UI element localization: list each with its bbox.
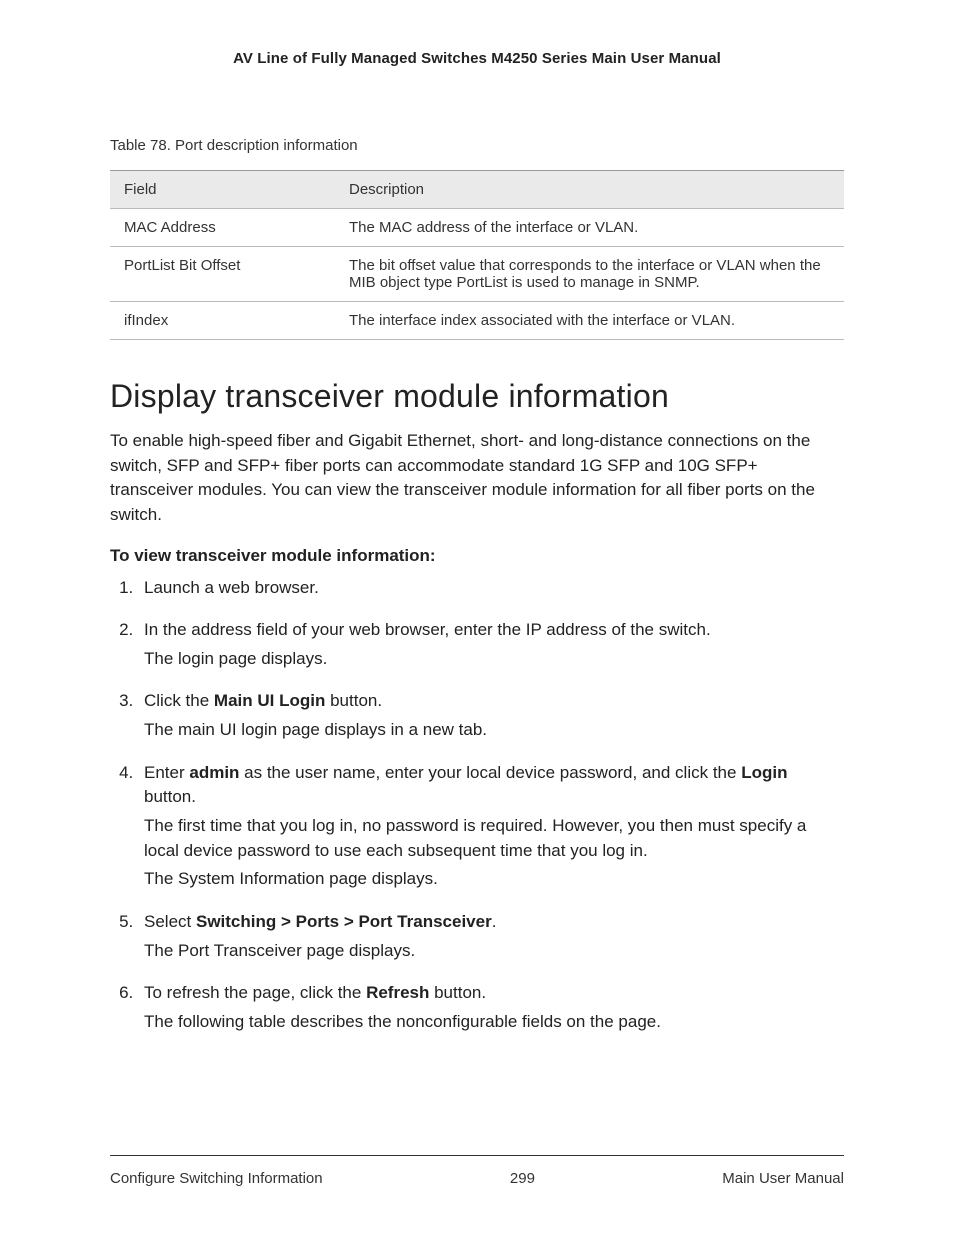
col-field: Field xyxy=(110,171,335,209)
cell-field: ifIndex xyxy=(110,302,335,340)
cell-desc: The interface index associated with the … xyxy=(335,302,844,340)
footer-row: Configure Switching Information 299 Main… xyxy=(110,1170,844,1187)
step-subtext: The Port Transceiver page displays. xyxy=(144,939,844,964)
footer-right: Main User Manual xyxy=(722,1170,844,1187)
page-number: 299 xyxy=(510,1170,535,1187)
step-text-pre: To refresh the page, click the xyxy=(144,983,366,1002)
step-subtext: The main UI login page displays in a new… xyxy=(144,718,844,743)
step-text-post: button. xyxy=(144,787,196,806)
step-text-post: button. xyxy=(429,983,486,1002)
step-text-mid: as the user name, enter your local devic… xyxy=(239,763,741,782)
step-text: In the address field of your web browser… xyxy=(144,620,711,639)
table-caption: Table 78. Port description information xyxy=(110,137,844,154)
procedure-subhead: To view transceiver module information: xyxy=(110,546,844,566)
footer-rule xyxy=(110,1155,844,1156)
procedure-steps: Launch a web browser. In the address fie… xyxy=(110,576,844,1035)
col-description: Description xyxy=(335,171,844,209)
step-2: In the address field of your web browser… xyxy=(138,618,844,671)
section-intro: To enable high-speed fiber and Gigabit E… xyxy=(110,429,844,528)
cell-field: PortList Bit Offset xyxy=(110,247,335,302)
page-header: AV Line of Fully Managed Switches M4250 … xyxy=(110,50,844,67)
port-description-table: Field Description MAC Address The MAC ad… xyxy=(110,170,844,340)
table-header-row: Field Description xyxy=(110,171,844,209)
table-row: MAC Address The MAC address of the inter… xyxy=(110,209,844,247)
step-6: To refresh the page, click the Refresh b… xyxy=(138,981,844,1034)
cell-field: MAC Address xyxy=(110,209,335,247)
page-footer: Configure Switching Information 299 Main… xyxy=(110,1155,844,1187)
step-text-pre: Click the xyxy=(144,691,214,710)
step-text-post: button. xyxy=(325,691,382,710)
login-button-label: Login xyxy=(741,763,787,782)
step-text: Launch a web browser. xyxy=(144,578,319,597)
page: AV Line of Fully Managed Switches M4250 … xyxy=(0,0,954,1235)
step-text-post: . xyxy=(492,912,497,931)
step-text-pre: Select xyxy=(144,912,196,931)
step-5: Select Switching > Ports > Port Transcei… xyxy=(138,910,844,963)
table-row: ifIndex The interface index associated w… xyxy=(110,302,844,340)
main-ui-login-label: Main UI Login xyxy=(214,691,325,710)
step-text-pre: Enter xyxy=(144,763,189,782)
admin-username-label: admin xyxy=(189,763,239,782)
menu-path-label: Switching > Ports > Port Transceiver xyxy=(196,912,492,931)
cell-desc: The MAC address of the interface or VLAN… xyxy=(335,209,844,247)
step-subtext: The System Information page displays. xyxy=(144,867,844,892)
table-row: PortList Bit Offset The bit offset value… xyxy=(110,247,844,302)
step-subtext: The following table describes the noncon… xyxy=(144,1010,844,1035)
step-subtext: The first time that you log in, no passw… xyxy=(144,814,844,863)
footer-left: Configure Switching Information xyxy=(110,1170,323,1187)
section-heading: Display transceiver module information xyxy=(110,378,844,415)
step-subtext: The login page displays. xyxy=(144,647,844,672)
step-1: Launch a web browser. xyxy=(138,576,844,601)
cell-desc: The bit offset value that corresponds to… xyxy=(335,247,844,302)
step-4: Enter admin as the user name, enter your… xyxy=(138,761,844,892)
refresh-button-label: Refresh xyxy=(366,983,429,1002)
step-3: Click the Main UI Login button. The main… xyxy=(138,689,844,742)
